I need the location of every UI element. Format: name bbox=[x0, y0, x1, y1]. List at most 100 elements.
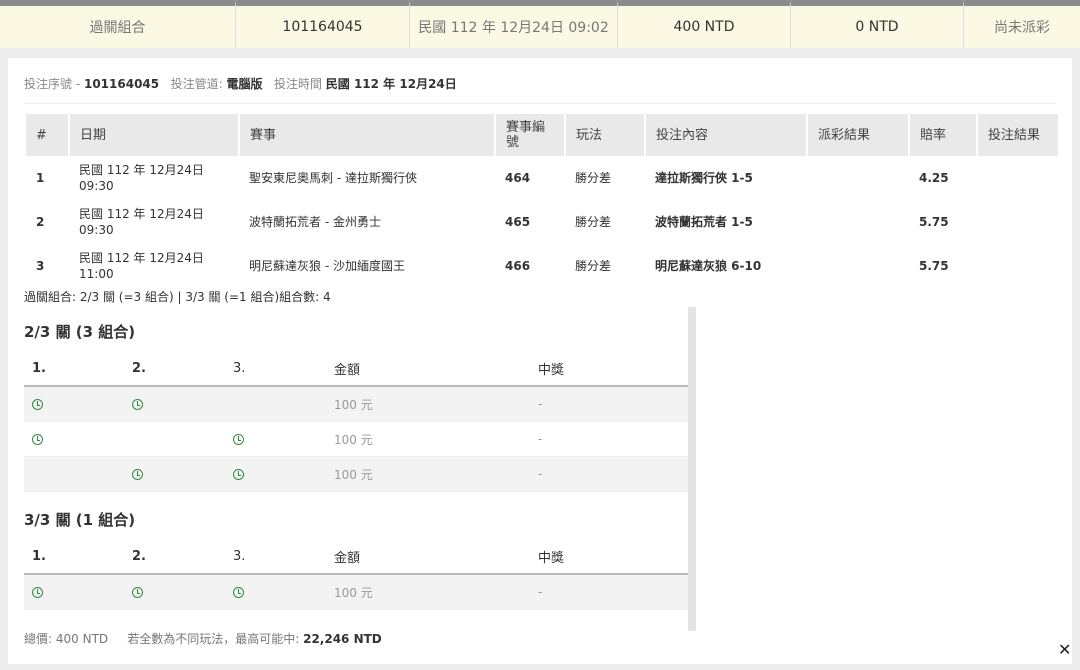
row-result bbox=[807, 156, 909, 200]
row-no: 3 bbox=[36, 259, 45, 273]
combo-win: - bbox=[530, 386, 688, 422]
row-match-id: 464 bbox=[505, 171, 531, 185]
combo-col-3: 3. bbox=[225, 351, 326, 387]
row-pick: 波特蘭拓荒者 1-5 bbox=[655, 215, 753, 229]
combo-col-amount: 金額 bbox=[326, 351, 530, 387]
row-match: 明尼蘇達灰狼 - 沙加緬度國王 bbox=[249, 259, 405, 273]
row-outcome bbox=[977, 244, 1059, 288]
combo-col-3: 3. bbox=[225, 539, 326, 575]
combo-amount: 100 元 bbox=[326, 421, 530, 457]
combo-col-2: 2. bbox=[124, 351, 225, 387]
col-outcome: 投注結果 bbox=[977, 114, 1060, 156]
table-row: 3 民國 112 年 12月24日 11:00 明尼蘇達灰狼 - 沙加緬度國王 4… bbox=[26, 244, 1059, 288]
col-odds: 賠率 bbox=[909, 114, 978, 156]
combo-col-1: 1. bbox=[24, 351, 124, 387]
row-date: 民國 112 年 12月24日 09:30 bbox=[69, 200, 239, 244]
channel-value: 電腦版 bbox=[226, 77, 263, 91]
combo-win: - bbox=[530, 421, 688, 457]
bet-summary-row[interactable]: 過關組合 101164045 民國 112 年 12月24日 09:02 400… bbox=[0, 0, 1080, 48]
row-result bbox=[807, 244, 909, 288]
row-odds: 4.25 bbox=[919, 171, 949, 185]
combo-amount: 100 元 bbox=[326, 456, 530, 492]
row-pick: 明尼蘇達灰狼 6-10 bbox=[655, 259, 762, 273]
clock-icon bbox=[233, 587, 244, 598]
col-play: 玩法 bbox=[565, 114, 646, 156]
total-value: 400 NTD bbox=[55, 632, 109, 646]
bet-detail-panel: 投注序號 - 101164045 投注管道: 電腦版 投注時間 民國 112 年… bbox=[8, 58, 1072, 664]
leg-1-cell bbox=[24, 574, 124, 610]
combo-row: 100 元 - bbox=[24, 574, 688, 610]
divider bbox=[24, 103, 1056, 104]
col-result: 派彩結果 bbox=[807, 114, 910, 156]
time-value: 民國 112 年 12月24日 bbox=[325, 77, 457, 91]
serial-value: 101164045 bbox=[83, 77, 160, 91]
time-label: 投注時間 bbox=[273, 77, 322, 91]
combo-row: 100 元 - bbox=[24, 386, 688, 422]
bet-meta: 投注序號 - 101164045 投注管道: 電腦版 投注時間 民國 112 年… bbox=[24, 75, 457, 92]
summary-type: 過關組合 bbox=[0, 0, 236, 48]
combo-win: - bbox=[530, 574, 688, 610]
row-date-time: 09:30 bbox=[79, 223, 114, 237]
row-date: 民國 112 年 12月24日 09:30 bbox=[69, 156, 239, 200]
serial-label: 投注序號 - bbox=[24, 77, 81, 91]
summary-ticket-no: 101164045 bbox=[236, 0, 410, 48]
combo-summary: 過關組合: 2/3 關 (=3 組合) | 3/3 關 (=1 組合)組合數: … bbox=[24, 290, 331, 304]
col-match: 賽事 bbox=[239, 114, 496, 156]
clock-icon bbox=[32, 399, 43, 410]
row-match: 聖安東尼奧馬刺 - 達拉斯獨行俠 bbox=[249, 171, 417, 185]
combo-col-amount: 金額 bbox=[326, 539, 530, 575]
clock-icon bbox=[32, 434, 43, 445]
bet-legs-table: # 日期 賽事 賽事編號 玩法 投注內容 派彩結果 賠率 投注結果 1 民國 1… bbox=[26, 114, 1060, 288]
row-no: 2 bbox=[36, 215, 45, 229]
row-date: 民國 112 年 12月24日 11:00 bbox=[69, 244, 239, 288]
combo-amount: 100 元 bbox=[326, 574, 530, 610]
table-row: 1 民國 112 年 12月24日 09:30 聖安東尼奧馬刺 - 達拉斯獨行俠 … bbox=[26, 156, 1059, 200]
summary-status: 尚未派彩 bbox=[964, 0, 1080, 48]
leg-2-cell bbox=[124, 456, 225, 492]
group-title: 3/3 關 (1 組合) bbox=[24, 511, 136, 529]
summary-payout: 0 NTD bbox=[791, 0, 964, 48]
max-win-value: 22,246 NTD bbox=[303, 632, 382, 646]
channel-label: 投注管道: bbox=[170, 77, 223, 91]
col-date: 日期 bbox=[69, 114, 240, 156]
leg-2-cell bbox=[124, 386, 225, 422]
row-match-id: 466 bbox=[505, 259, 531, 273]
leg-2-cell bbox=[124, 574, 225, 610]
clock-icon bbox=[132, 587, 143, 598]
total-label: 總價: bbox=[24, 632, 53, 646]
combo-table-2of3: 1. 2. 3. 金額 中獎 100 元 - 100 元 - 100 元 - bbox=[24, 351, 688, 492]
row-play: 勝分差 bbox=[575, 171, 612, 185]
combo-amount: 100 元 bbox=[326, 386, 530, 422]
leg-3-cell bbox=[225, 421, 326, 457]
combo-table-3of3: 1. 2. 3. 金額 中獎 100 元 - bbox=[24, 539, 688, 610]
combo-col-1: 1. bbox=[24, 539, 124, 575]
row-date-time: 11:00 bbox=[79, 267, 114, 281]
row-no: 1 bbox=[36, 171, 45, 185]
clock-icon bbox=[233, 434, 244, 445]
clock-icon bbox=[132, 399, 143, 410]
row-odds: 5.75 bbox=[919, 259, 949, 273]
row-play: 勝分差 bbox=[575, 215, 612, 229]
col-pick: 投注內容 bbox=[645, 114, 808, 156]
table-row: 2 民國 112 年 12月24日 09:30 波特蘭拓荒者 - 金州勇士 465… bbox=[26, 200, 1059, 244]
leg-2-cell bbox=[124, 421, 225, 457]
row-date-time: 09:30 bbox=[79, 179, 114, 193]
summary-amount: 400 NTD bbox=[618, 0, 791, 48]
col-no: # bbox=[26, 114, 70, 156]
clock-icon bbox=[233, 469, 244, 480]
leg-3-cell bbox=[225, 386, 326, 422]
row-outcome bbox=[977, 200, 1059, 244]
row-odds: 5.75 bbox=[919, 215, 949, 229]
combo-col-win: 中獎 bbox=[530, 539, 688, 575]
row-pick: 達拉斯獨行俠 1-5 bbox=[655, 171, 753, 185]
leg-1-cell bbox=[24, 421, 124, 457]
max-win-label: 若全數為不同玩法，最高可能中: bbox=[127, 632, 300, 646]
close-icon[interactable]: ✕ bbox=[1058, 640, 1071, 659]
summary-time: 民國 112 年 12月24日 09:02 bbox=[410, 0, 618, 48]
row-date-day: 民國 112 年 12月24日 bbox=[79, 251, 204, 265]
clock-icon bbox=[132, 469, 143, 480]
row-date-day: 民國 112 年 12月24日 bbox=[79, 163, 204, 177]
bet-footer: 總價: 400 NTD 若全數為不同玩法，最高可能中: 22,246 NTD bbox=[24, 630, 382, 647]
combo-col-2: 2. bbox=[124, 539, 225, 575]
leg-1-cell bbox=[24, 386, 124, 422]
